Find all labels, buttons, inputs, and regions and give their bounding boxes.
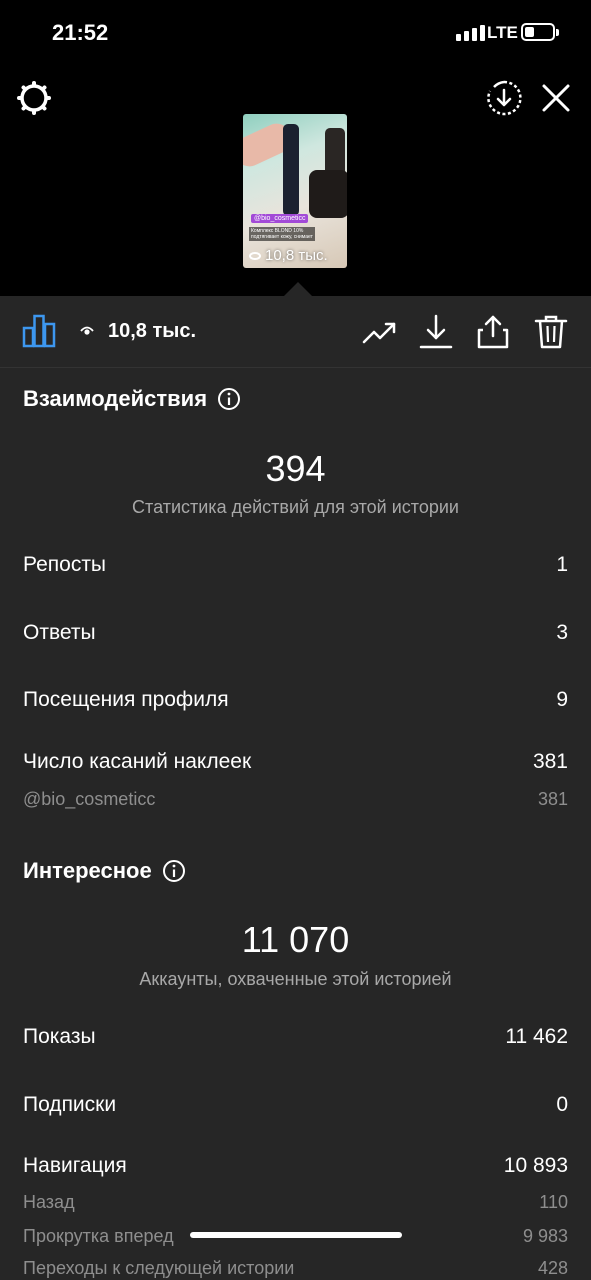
signal-icon: [456, 25, 485, 41]
share-icon[interactable]: [475, 314, 511, 350]
stat-subrow-back: Назад 110: [23, 1192, 568, 1213]
stat-label: Ответы: [23, 621, 96, 644]
stat-value: 381: [532, 750, 568, 773]
stat-row-follows: Подписки 0: [23, 1093, 568, 1117]
interactions-subtitle: Статистика действий для этой истории: [132, 497, 459, 517]
stat-label: Число касаний наклеек: [23, 750, 252, 773]
save-story-icon[interactable]: [486, 80, 522, 116]
story-thumbnail[interactable]: @bio_cosmeticc Комплекс BLOND 10% подтяг…: [243, 114, 347, 268]
bar-chart-icon[interactable]: [22, 312, 56, 348]
stat-label: Посещения профиля: [23, 688, 229, 711]
stat-subrow-next-story: Переходы к следующей истории 428: [23, 1258, 568, 1279]
stat-row-sticker-taps: Число касаний наклеек 381: [23, 750, 568, 774]
thumbnail-views: 10,8 тыс.: [249, 247, 328, 264]
stat-label: Переходы к следующей истории: [23, 1258, 295, 1278]
stat-row-reposts: Репосты 1: [23, 553, 568, 577]
network-label: LTE: [487, 23, 518, 42]
stat-value: 0: [556, 1093, 568, 1116]
discovery-total: 11 070: [241, 919, 350, 960]
stat-value: 1: [556, 553, 568, 576]
status-bar: 21:52 LTE: [0, 0, 591, 66]
info-icon[interactable]: [217, 387, 241, 411]
stat-row-impressions: Показы 11 462: [23, 1025, 568, 1049]
stat-value: 428: [537, 1258, 568, 1278]
stat-label: Подписки: [23, 1093, 117, 1116]
stat-row-navigation: Навигация 10 893: [23, 1154, 568, 1178]
stat-label: Прокрутка вперед: [23, 1226, 174, 1246]
stat-label: Репосты: [23, 553, 107, 576]
thumbnail-bottle-shape: [283, 124, 299, 216]
trending-icon[interactable]: [362, 314, 398, 350]
views-count: 10,8 тыс.: [108, 320, 197, 342]
eye-icon: [249, 251, 261, 260]
close-icon[interactable]: [540, 82, 572, 114]
stat-label: Показы: [23, 1025, 96, 1048]
status-time: 21:52: [52, 20, 109, 45]
interactions-title: Взаимодействия: [23, 386, 208, 411]
download-icon[interactable]: [418, 314, 454, 350]
selected-story-pointer: [284, 282, 312, 296]
home-indicator[interactable]: [190, 1232, 402, 1238]
discovery-title: Интересное: [23, 858, 152, 883]
stat-value: 3: [556, 621, 568, 644]
stat-label: @bio_cosmeticc: [23, 789, 156, 809]
stat-value: 381: [537, 789, 568, 809]
discovery-section-title: Интересное: [23, 858, 186, 884]
discovery-subtitle: Аккаунты, охваченные этой историей: [139, 969, 452, 989]
interactions-total: 394: [265, 448, 326, 489]
stat-label: Навигация: [23, 1154, 127, 1177]
insights-panel: 10,8 тыс. Взаимодействия 394 Статистика …: [0, 296, 591, 1280]
thumbnail-jar-shape: [309, 170, 347, 218]
stat-value: 110: [539, 1192, 568, 1212]
insights-toolbar: 10,8 тыс.: [0, 296, 591, 368]
thumbnail-mention-sticker: @bio_cosmeticc: [251, 214, 309, 223]
stat-value: 9 983: [522, 1226, 568, 1246]
delete-trash-icon[interactable]: [533, 314, 569, 350]
info-icon[interactable]: [162, 859, 186, 883]
stat-value: 11 462: [505, 1025, 568, 1048]
stat-label: Назад: [23, 1192, 75, 1212]
thumbnail-views-count: 10,8 тыс.: [265, 247, 328, 264]
thumbnail-caption: Комплекс BLOND 10% подтягивает кожу, сни…: [249, 227, 315, 241]
battery-icon: [521, 23, 559, 41]
interactions-section-title: Взаимодействия: [23, 386, 241, 412]
stat-value: 10 893: [503, 1154, 568, 1177]
stat-row-profile-visits: Посещения профиля 9: [23, 688, 568, 712]
stat-value: 9: [556, 688, 568, 711]
story-preview-area: @bio_cosmeticc Комплекс BLOND 10% подтяг…: [0, 66, 591, 296]
settings-gear-icon[interactable]: [16, 80, 52, 116]
stat-row-replies: Ответы 3: [23, 621, 568, 645]
stat-subrow-sticker: @bio_cosmeticc 381: [23, 789, 568, 810]
eye-icon: [80, 326, 94, 335]
